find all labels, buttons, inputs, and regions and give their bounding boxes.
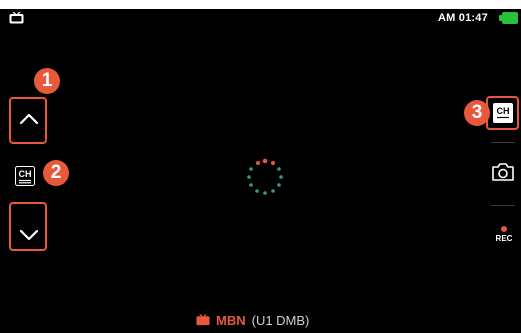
right-divider [491,142,515,143]
battery-icon [499,12,518,24]
chevron-down-icon [19,229,39,241]
callout-badge-1: 1 [34,68,60,94]
callout-badge-3: 3 [464,100,490,126]
chevron-up-icon [19,113,39,125]
channel-info-bar: MBN (U1 DMB) [196,311,309,329]
channel-list-button[interactable]: CH [486,96,519,130]
camera-icon [492,163,514,181]
record-button[interactable]: REC [490,226,518,252]
record-label: REC [495,234,513,243]
svg-text:CH: CH [19,169,32,179]
capture-button[interactable] [489,159,517,185]
callout-badge-2: 2 [43,160,69,186]
tv-screen: AM 01:47 1 CH 2 CH 3 REC MBN (U1 DMB) [0,9,521,333]
loading-spinner-icon [247,158,283,195]
right-divider [491,205,515,206]
record-dot-icon [501,226,507,232]
svg-text:CH: CH [497,106,510,116]
channel-list-icon: CH [493,103,513,123]
channel-icon: CH [15,166,35,186]
clock: AM 01:47 [438,12,488,24]
channel-down-button[interactable] [9,202,47,251]
tv-icon [196,314,210,326]
channel-name: MBN [216,312,246,328]
channel-detail: (U1 DMB) [251,312,310,328]
channel-button[interactable]: CH [9,156,47,202]
tv-icon [9,12,24,24]
channel-up-button[interactable] [9,97,47,144]
